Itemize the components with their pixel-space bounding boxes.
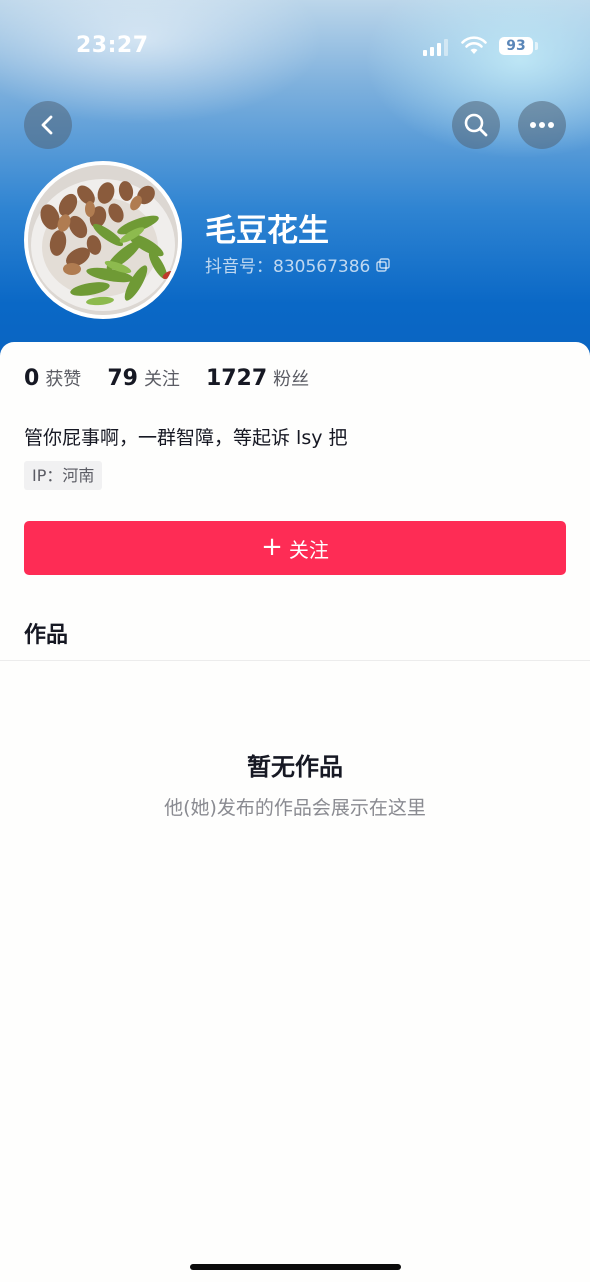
avatar[interactable] xyxy=(24,161,182,319)
copy-icon[interactable] xyxy=(376,257,391,272)
stat-following[interactable]: 79 关注 xyxy=(107,365,180,391)
follow-button-label: 关注 xyxy=(288,537,329,562)
search-icon xyxy=(464,113,488,137)
empty-state-title: 暂无作品 xyxy=(247,753,343,781)
stat-followers[interactable]: 1727 粉丝 xyxy=(206,365,309,391)
following-count: 79 xyxy=(107,366,138,391)
profile-stats: 0 获赞 79 关注 1727 粉丝 xyxy=(24,365,335,391)
home-indicator[interactable] xyxy=(190,1264,401,1270)
douyin-id[interactable]: 抖音号：830567386 xyxy=(205,252,391,277)
likes-label: 获赞 xyxy=(45,369,82,390)
battery-indicator: 93 xyxy=(499,37,533,55)
empty-state-subtitle: 他(她)发布的作品会展示在这里 xyxy=(164,797,426,819)
search-button[interactable] xyxy=(452,101,500,149)
profile-nickname: 毛豆花生 xyxy=(205,213,329,249)
tab-works[interactable]: 作品 xyxy=(24,617,68,649)
avatar-photo xyxy=(28,165,178,315)
followers-count: 1727 xyxy=(205,366,268,391)
likes-count: 0 xyxy=(24,366,40,391)
more-dots-icon xyxy=(530,122,554,128)
chevron-left-icon xyxy=(41,115,53,135)
tab-divider xyxy=(0,660,590,661)
ip-location-tag: IP：河南 xyxy=(24,461,103,490)
battery-tip xyxy=(535,42,538,50)
follow-button[interactable]: + 关注 xyxy=(24,521,566,575)
wifi-icon xyxy=(461,36,487,54)
plus-icon: + xyxy=(261,532,283,562)
profile-bio: 管你屁事啊，一群智障，等起诉 lsy 把 xyxy=(24,427,348,449)
followers-label: 粉丝 xyxy=(273,369,310,390)
more-options-button[interactable] xyxy=(518,101,566,149)
following-label: 关注 xyxy=(143,369,180,390)
cellular-signal-icon xyxy=(423,38,449,56)
status-time: 23:27 xyxy=(76,33,149,58)
back-button[interactable] xyxy=(24,101,72,149)
douyin-id-text: 抖音号：830567386 xyxy=(205,257,371,277)
stat-likes: 0 获赞 xyxy=(24,365,81,391)
